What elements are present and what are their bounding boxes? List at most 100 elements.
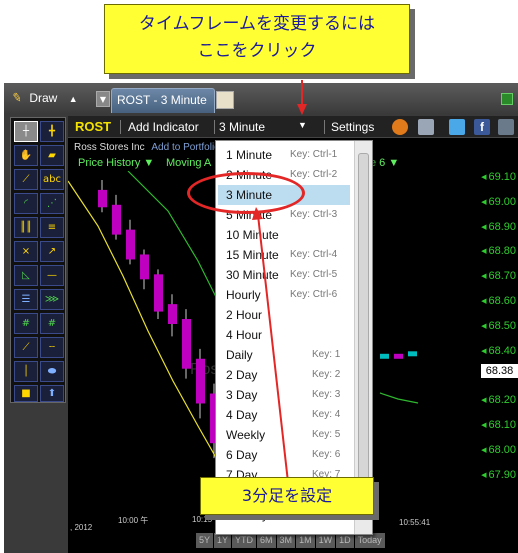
menu-item-shortcut: Key: 5	[312, 429, 341, 440]
pitchfork-tool-icon[interactable]: ⋙	[40, 289, 64, 310]
menu-item-shortcut: Key: Ctrl-5	[290, 269, 338, 280]
company-name-row: Ross Stores Inc Add to Portfolio	[74, 142, 220, 153]
period-button[interactable]: Today	[354, 533, 385, 548]
period-button[interactable]: 1Y	[214, 533, 232, 548]
symbol-field[interactable]: ROST	[75, 119, 111, 134]
dashed-line-tool-icon[interactable]: ┄	[40, 337, 64, 358]
price-axis-label: 69.00	[481, 196, 516, 208]
menu-item-shortcut: Key: Ctrl-3	[290, 209, 338, 220]
vertical-lines-tool-icon[interactable]: ║║	[14, 217, 38, 238]
triangle-up-icon: ▲	[68, 94, 78, 104]
candle-body	[380, 353, 389, 359]
period-button[interactable]: 1M	[296, 533, 315, 548]
menu-item-shortcut: Key: Ctrl-4	[290, 249, 338, 260]
menu-scrollbar[interactable]	[354, 141, 372, 534]
price-axis-label: 68.40	[481, 345, 516, 357]
candle-body	[168, 304, 177, 324]
new-tab-icon[interactable]	[216, 91, 234, 109]
draw-menu-button[interactable]: ✎ Draw ▲	[10, 89, 78, 106]
period-button[interactable]: 5Y	[196, 533, 214, 548]
menu-item-timeframe[interactable]: 4 Hour	[218, 325, 350, 345]
diagonal-cross-tool-icon[interactable]: ⨯	[14, 241, 38, 262]
crosshair-alt-tool-icon[interactable]: ╋	[40, 121, 64, 142]
candle-body	[98, 189, 107, 208]
callout-top-line1: タイムフレームを変更するには	[138, 14, 376, 34]
menu-item-timeframe[interactable]: 10 Minute	[218, 225, 350, 245]
twitter-icon[interactable]	[449, 119, 465, 135]
vertical-line-tool-icon[interactable]: │	[14, 361, 38, 382]
price-axis-label: 68.60	[481, 295, 516, 307]
ellipse-tool-icon[interactable]: ⬬	[40, 361, 64, 382]
wedge-tool-icon[interactable]: ◺	[14, 265, 38, 286]
x-axis-label: 10:55:41	[399, 518, 431, 527]
period-button[interactable]: YTD	[232, 533, 257, 548]
price-axis-label: 68.20	[481, 394, 516, 406]
callout-top-line2: ここをクリック	[197, 41, 317, 61]
period-button[interactable]: 3M	[276, 533, 296, 548]
period-button[interactable]: 6M	[257, 533, 276, 548]
candle-body	[112, 204, 121, 235]
color-picker-icon[interactable]: ■	[14, 385, 38, 402]
pencil-icon: ✎	[10, 89, 24, 106]
period-button[interactable]: 1D	[336, 533, 354, 548]
tab-list-dropdown-button[interactable]: ▼	[96, 91, 110, 107]
timeframe-dropdown[interactable]: 3 Minute	[219, 120, 265, 134]
alarm-clock-icon[interactable]	[392, 119, 408, 135]
menu-item-timeframe[interactable]: 2 Hour	[218, 305, 350, 325]
arc-tool-icon[interactable]: ◜	[14, 193, 38, 214]
period-selector: 5Y 1Y YTD 6M 3M 1M 1W 1D Today	[196, 533, 386, 548]
candle-body	[140, 254, 149, 280]
menu-item-shortcut: Key: 4	[312, 409, 341, 420]
menu-item-shortcut: Key: 3	[312, 389, 341, 400]
add-to-portfolio-link[interactable]: Add to Portfolio	[151, 142, 219, 153]
chart-toolbar: ROST Add Indicator 3 Minute ▼ Settings f	[68, 116, 518, 138]
moving-average-line-fast	[68, 180, 239, 492]
x-axis-label: 10:15	[192, 515, 213, 524]
grid-alt-tool-icon[interactable]: #	[40, 313, 64, 334]
menu-item-shortcut: Key: Ctrl-6	[290, 289, 338, 300]
moving-average-line-slow-tail	[379, 392, 419, 404]
ray-tool-icon[interactable]: ⟋	[14, 337, 38, 358]
add-indicator-button[interactable]: Add Indicator	[128, 120, 199, 134]
horizontal-line-tool-icon[interactable]: —	[40, 265, 64, 286]
text-tool-icon[interactable]: abc	[40, 169, 64, 190]
menu-scrollbar-thumb[interactable]	[358, 153, 369, 503]
screenshot-stage: タイムフレームを変更するには ここをクリック ✎ Draw ▲ ▼ ROST -…	[0, 0, 518, 553]
price-axis: 69.10 69.00 68.90 68.80 68.70 68.60 68.50 68.40…	[470, 171, 518, 531]
period-button[interactable]: 1W	[315, 533, 336, 548]
crosshair-tool-icon[interactable]: ┼	[14, 121, 38, 142]
hand-pan-tool-icon[interactable]: ✋	[14, 145, 38, 166]
settings-button[interactable]: Settings	[331, 120, 374, 134]
menu-item-shortcut: Key: 2	[312, 369, 341, 380]
facebook-icon[interactable]: f	[474, 119, 490, 135]
share-icon[interactable]	[498, 119, 514, 135]
moving-average-menu[interactable]: Moving A	[166, 157, 211, 169]
horizontal-lines-tool-icon[interactable]: ≡	[40, 217, 64, 238]
channel-tool-icon[interactable]: ☰	[14, 289, 38, 310]
candle-body	[154, 274, 163, 312]
price-axis-label: 68.50	[481, 320, 516, 332]
separator	[214, 120, 215, 134]
window-expand-icon[interactable]	[501, 93, 513, 105]
moving-average-period-menu[interactable]: e 6 ▼	[370, 157, 399, 169]
tab-rost-3-minute[interactable]: ROST - 3 Minute	[111, 88, 215, 113]
menu-item-shortcut: Key: Ctrl-1	[290, 149, 338, 160]
menu-item-shortcut: Key: 6	[312, 449, 341, 460]
arrow-diagonal-tool-icon[interactable]: ↗	[40, 241, 64, 262]
chevron-down-icon[interactable]: ▼	[298, 120, 307, 130]
tab-bar: ✎ Draw ▲ ▼ ROST - 3 Minute	[4, 84, 518, 113]
line-tool-icon[interactable]: ⟋	[14, 169, 38, 190]
price-axis-label: 68.70	[481, 270, 516, 282]
x-axis-label: , 2012	[70, 523, 93, 532]
price-axis-label: 69.10	[481, 171, 516, 183]
database-icon[interactable]	[418, 119, 434, 135]
current-price-label: 68.38	[481, 364, 518, 378]
arrow-up-tool-icon[interactable]: ⬆	[40, 385, 64, 402]
fan-tool-icon[interactable]: ⋰	[40, 193, 64, 214]
eraser-tool-icon[interactable]: ▰	[40, 145, 64, 166]
instruction-callout-top: タイムフレームを変更するには ここをクリック	[104, 4, 410, 74]
price-history-menu[interactable]: Price History ▼	[78, 157, 154, 169]
candle-body	[408, 351, 417, 357]
grid-tool-icon[interactable]: #	[14, 313, 38, 334]
x-axis-label: 10:00 午	[118, 516, 149, 525]
